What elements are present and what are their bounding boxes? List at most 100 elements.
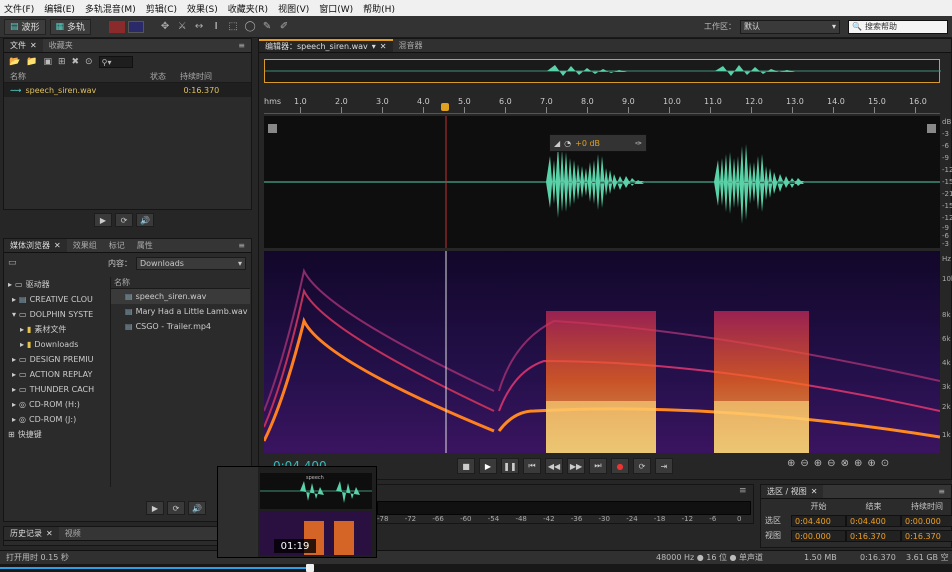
tab-properties[interactable]: 属性 — [131, 239, 159, 252]
drive-icon[interactable]: ▭ — [8, 258, 20, 268]
col-status[interactable]: 状态 — [150, 71, 180, 82]
selection-duration-field[interactable]: 0:00.000 — [901, 515, 952, 527]
skip-selection-icon[interactable]: ⇥ — [655, 458, 673, 474]
fade-out-handle-icon[interactable] — [927, 124, 936, 133]
autoplay-icon[interactable]: 🔊 — [136, 213, 154, 227]
view-start-field[interactable]: 0:00.000 — [791, 530, 846, 542]
workspace-select[interactable]: 默认 ▾ — [740, 19, 840, 34]
slip-tool-icon[interactable]: ↔ — [192, 20, 206, 34]
tab-mixer[interactable]: 混音器 — [393, 39, 429, 52]
zoom-in-amplitude-icon[interactable]: ⊕ — [787, 458, 795, 469]
rewind-icon[interactable]: ◀◀ — [545, 458, 563, 474]
gain-knob-icon[interactable]: ◔ — [564, 139, 571, 148]
tree-item[interactable]: ▾ ▭ DOLPHIN SYSTE — [8, 307, 105, 322]
tree-item[interactable]: ▸ ▭ THUNDER CACH — [8, 382, 105, 397]
panel-menu-icon[interactable]: ≡ — [232, 39, 251, 52]
import-icon[interactable]: 📁 — [26, 57, 37, 67]
loop-icon[interactable]: ⟳ — [167, 501, 185, 515]
tab-selection-view[interactable]: 选区 / 视图 ✕ — [761, 485, 824, 498]
view-duration-field[interactable]: 0:16.370 — [901, 530, 952, 542]
autoplay-icon[interactable]: 🔊 — [188, 501, 206, 515]
hud-gain-control[interactable]: ◢ ◔ +0 dB ✑ — [549, 134, 647, 152]
skip-back-icon[interactable]: ⏮ — [523, 458, 541, 474]
tab-files[interactable]: 文件 ✕ — [4, 39, 43, 52]
multitrack-view-button[interactable]: ▦ 多轨 — [49, 18, 92, 35]
insert-icon[interactable]: ⊞ — [58, 57, 66, 67]
selection-start-field[interactable]: 0:04.400 — [791, 515, 846, 527]
new-file-icon[interactable]: ▣ — [43, 57, 52, 67]
menu-view[interactable]: 视图(V) — [278, 2, 309, 15]
search-help-field[interactable]: 🔍 搜索帮助 — [848, 19, 948, 34]
menu-help[interactable]: 帮助(H) — [363, 2, 395, 15]
razor-tool-icon[interactable]: ⚔ — [175, 20, 189, 34]
pause-icon[interactable]: ❚❚ — [501, 458, 519, 474]
panel-menu-icon[interactable]: ≡ — [932, 485, 951, 498]
menu-clip[interactable]: 剪辑(C) — [146, 2, 177, 15]
menu-file[interactable]: 文件(F) — [4, 2, 34, 15]
tree-item[interactable]: ▸ ▭ DESIGN PREMIU — [8, 352, 105, 367]
tab-video[interactable]: 视频 — [59, 527, 87, 540]
col-name[interactable]: 名称 — [111, 277, 250, 289]
zoom-out-time-icon[interactable]: ⊖ — [827, 458, 835, 469]
menu-window[interactable]: 窗口(W) — [319, 2, 353, 15]
list-item[interactable]: ▤ Mary Had a Little Lamb.wav — [111, 304, 250, 319]
marquee-tool-icon[interactable]: ⬚ — [226, 20, 240, 34]
view-end-field[interactable]: 0:16.370 — [846, 530, 901, 542]
skip-forward-icon[interactable]: ⏭ — [589, 458, 607, 474]
delete-icon[interactable]: ✖ — [72, 57, 80, 67]
panel-menu-icon[interactable]: ≡ — [232, 239, 251, 252]
zoom-out-amplitude-icon[interactable]: ⊖ — [800, 458, 808, 469]
zoom-out-full-icon[interactable]: ⊗ — [841, 458, 849, 469]
tree-item[interactable]: ▸ ▭ ACTION REPLAY — [8, 367, 105, 382]
zoom-in-left-icon[interactable]: ⊕ — [854, 458, 862, 469]
search-icon[interactable]: ⚲▾ — [98, 56, 133, 68]
waveform-view-button[interactable]: ▤ 波形 — [4, 18, 46, 35]
brush-tool-icon[interactable]: ✎ — [260, 20, 274, 34]
tree-item[interactable]: ▸ ▤ CREATIVE CLOU — [8, 292, 105, 307]
menu-edit[interactable]: 编辑(E) — [44, 2, 75, 15]
zoom-in-right-icon[interactable]: ⊕ — [867, 458, 875, 469]
tab-media-browser[interactable]: 媒体浏览器 ✕ — [4, 239, 67, 252]
lasso-tool-icon[interactable]: ◯ — [243, 20, 257, 34]
spectral-display[interactable] — [264, 251, 940, 453]
fast-forward-icon[interactable]: ▶▶ — [567, 458, 585, 474]
zoom-in-time-icon[interactable]: ⊕ — [814, 458, 822, 469]
playhead-handle[interactable] — [441, 103, 449, 111]
list-item[interactable]: ▤ speech_siren.wav — [111, 289, 250, 304]
tab-editor[interactable]: 编辑器：speech_siren.wav ▾ ✕ — [259, 39, 393, 52]
record-icon[interactable]: ● — [611, 458, 629, 474]
open-file-icon[interactable]: 📂 — [9, 57, 20, 67]
tab-favorites[interactable]: 收藏夹 — [43, 39, 79, 52]
list-item[interactable]: ▤ CSGO - Trailer.mp4 — [111, 319, 250, 334]
record-icon[interactable]: ⊙ — [85, 57, 93, 67]
tab-markers[interactable]: 标记 — [103, 239, 131, 252]
loop-icon[interactable]: ⟳ — [115, 213, 133, 227]
tree-item[interactable]: ▸ ▮ Downloads — [8, 337, 105, 352]
waveform-display[interactable]: ◢ ◔ +0 dB ✑ — [264, 116, 940, 248]
tree-item[interactable]: ▸ ▮ 素材文件 — [8, 322, 105, 337]
menu-effects[interactable]: 效果(S) — [187, 2, 218, 15]
zoom-selection-icon[interactable]: ⊙ — [881, 458, 889, 469]
panel-menu-icon[interactable]: ≡ — [739, 486, 747, 496]
spectral-pitch-icon[interactable] — [128, 20, 145, 33]
stop-icon[interactable]: ■ — [457, 458, 475, 474]
tree-item[interactable]: ▸ ◎ CD-ROM (J:) — [8, 412, 105, 427]
time-selection-tool-icon[interactable]: I — [209, 20, 223, 34]
selection-end-field[interactable]: 0:04.400 — [846, 515, 901, 527]
col-name[interactable]: 名称 — [10, 71, 150, 82]
tab-history[interactable]: 历史记录 ✕ — [4, 527, 59, 540]
spectral-frequency-icon[interactable] — [109, 20, 126, 33]
tree-item[interactable]: ⊞ 快捷键 — [8, 427, 105, 442]
col-duration[interactable]: 持续时间 — [180, 71, 212, 82]
time-ruler[interactable]: hms 1.0 2.0 3.0 4.0 5.0 6.0 7.0 8.0 9.0 10.0 11.0 1… — [264, 97, 940, 114]
menu-favorites[interactable]: 收藏夹(R) — [228, 2, 268, 15]
content-select[interactable]: Downloads ▾ — [136, 256, 246, 270]
overview-strip[interactable] — [264, 59, 941, 83]
video-progress-handle[interactable] — [306, 564, 314, 572]
file-row[interactable]: ⟿ speech_siren.wav 0:16.370 — [4, 83, 251, 97]
move-tool-icon[interactable]: ✥ — [158, 20, 172, 34]
play-icon[interactable]: ▶ — [94, 213, 112, 227]
spot-healing-tool-icon[interactable]: ✐ — [277, 20, 291, 34]
loop-icon[interactable]: ⟳ — [633, 458, 651, 474]
video-progress-bar[interactable] — [0, 564, 952, 572]
